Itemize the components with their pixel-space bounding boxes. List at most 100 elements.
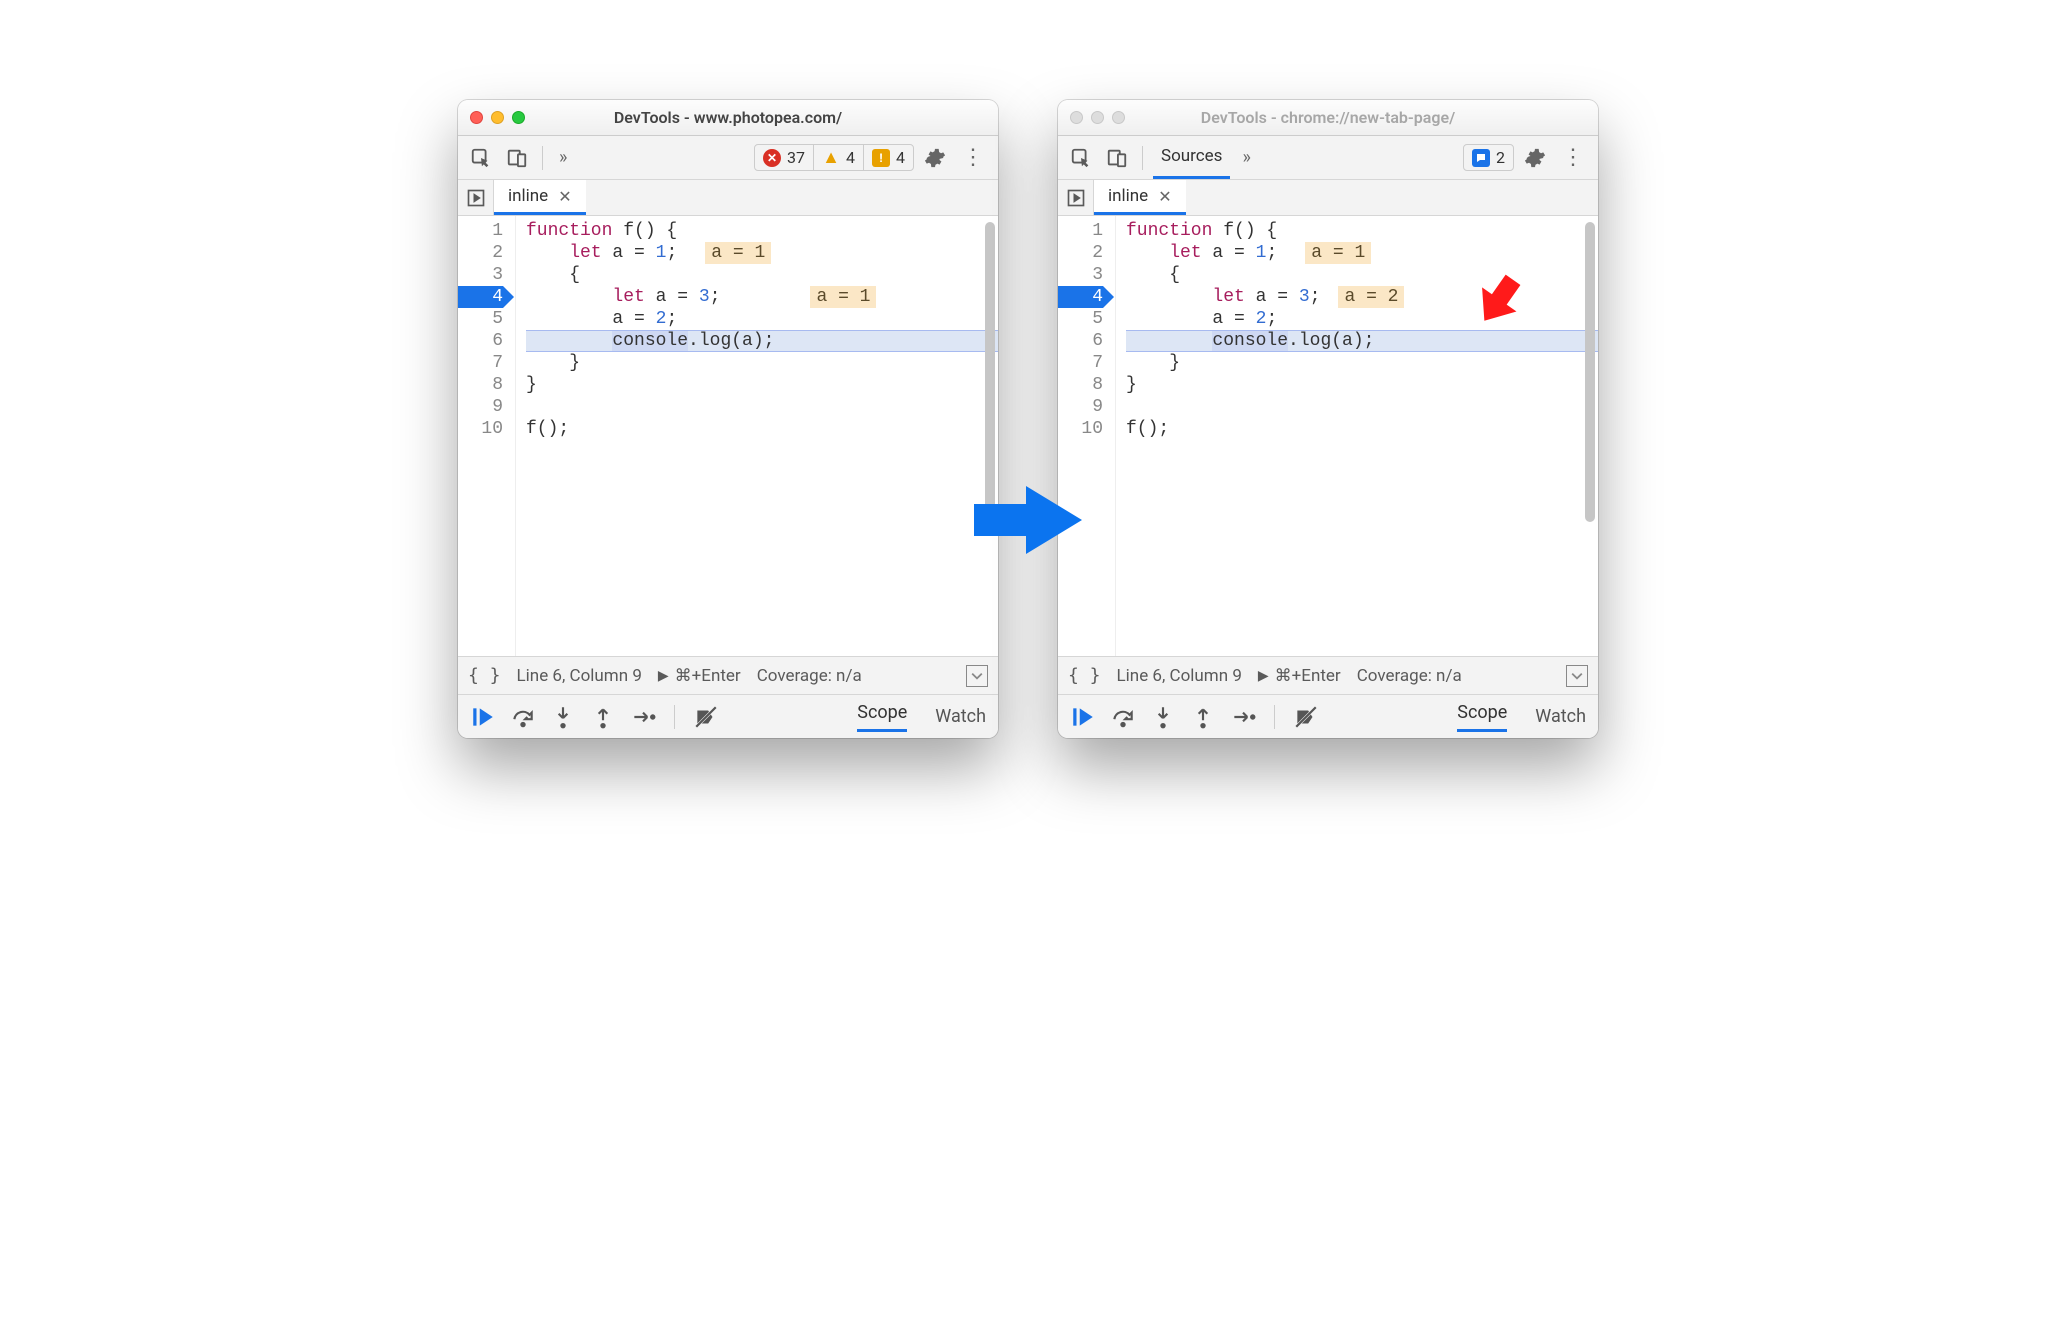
tab-scope[interactable]: Scope — [857, 702, 907, 732]
inline-value-hint: a = 1 — [1305, 242, 1371, 264]
selection: console — [612, 331, 688, 351]
device-toggle-icon[interactable] — [502, 143, 532, 173]
tab-sources[interactable]: Sources — [1153, 146, 1230, 179]
snippets-run-icon[interactable] — [1058, 180, 1094, 215]
code-line — [526, 396, 998, 418]
line-number[interactable]: 2 — [458, 242, 503, 264]
code-area[interactable]: function f() { let a = 1;a = 1 { let a =… — [1116, 216, 1598, 656]
line-number[interactable]: 5 — [1058, 308, 1103, 330]
close-window-icon[interactable] — [470, 111, 483, 124]
error-count-badge[interactable]: ✕ 37 — [755, 145, 813, 170]
line-number[interactable]: 3 — [458, 264, 503, 286]
line-number[interactable]: 9 — [1058, 396, 1103, 418]
zoom-window-icon[interactable] — [1112, 111, 1125, 124]
deactivate-breakpoints-icon[interactable] — [1293, 704, 1319, 730]
overflow-tabs-icon[interactable]: » — [553, 147, 573, 168]
pretty-print-icon[interactable]: { } — [468, 665, 501, 686]
code-line: { — [526, 264, 998, 286]
close-icon[interactable]: ✕ — [558, 187, 571, 206]
message-icon: ! — [872, 149, 890, 167]
minimize-window-icon[interactable] — [491, 111, 504, 124]
step-into-icon[interactable] — [1150, 704, 1176, 730]
toggle-drawer-icon[interactable] — [1566, 665, 1588, 687]
line-number[interactable]: 2 — [1058, 242, 1103, 264]
line-number[interactable]: 3 — [1058, 264, 1103, 286]
window-controls[interactable] — [470, 111, 525, 124]
separator — [1142, 146, 1143, 170]
tab-scope[interactable]: Scope — [1457, 702, 1507, 732]
tab-watch[interactable]: Watch — [1535, 706, 1586, 727]
separator — [542, 146, 543, 170]
debugger-panel-tabs: Scope Watch — [857, 695, 986, 738]
step-icon[interactable] — [630, 704, 656, 730]
warning-count: 4 — [846, 148, 855, 167]
deactivate-breakpoints-icon[interactable] — [693, 704, 719, 730]
message-count-badge[interactable]: 2 — [1464, 145, 1513, 170]
titlebar[interactable]: DevTools - www.photopea.com/ — [458, 100, 998, 136]
resume-icon[interactable] — [470, 704, 496, 730]
close-window-icon[interactable] — [1070, 111, 1083, 124]
step-over-icon[interactable] — [1110, 704, 1136, 730]
code-area[interactable]: function f() { let a = 1;a = 1 { let a =… — [516, 216, 998, 656]
step-out-icon[interactable] — [590, 704, 616, 730]
inspect-icon[interactable] — [466, 143, 496, 173]
execution-line-marker[interactable]: 4 — [1058, 286, 1103, 308]
overflow-tabs-icon[interactable]: » — [1236, 147, 1256, 168]
zoom-window-icon[interactable] — [512, 111, 525, 124]
line-number[interactable]: 6 — [458, 330, 503, 352]
execution-line-marker[interactable]: 4 — [458, 286, 503, 308]
file-tab-inline[interactable]: inline ✕ — [1094, 180, 1186, 215]
close-icon[interactable]: ✕ — [1158, 187, 1171, 206]
snippets-run-icon[interactable] — [458, 180, 494, 215]
line-gutter[interactable]: 1 2 3 4 5 6 7 8 9 10 — [1058, 216, 1116, 656]
step-out-icon[interactable] — [1190, 704, 1216, 730]
line-number[interactable]: 8 — [458, 374, 503, 396]
resume-icon[interactable] — [1070, 704, 1096, 730]
line-number[interactable]: 7 — [458, 352, 503, 374]
code-editor[interactable]: 1 2 3 4 5 6 7 8 9 10 function f() { let … — [1058, 216, 1598, 656]
line-number[interactable]: 6 — [1058, 330, 1103, 352]
kebab-menu-icon[interactable]: ⋮ — [956, 145, 990, 170]
scrollbar[interactable] — [985, 222, 995, 522]
console-issue-badges[interactable]: ✕ 37 ▲ 4 ! 4 — [754, 144, 914, 171]
line-number[interactable]: 10 — [458, 418, 503, 440]
line-number[interactable]: 5 — [458, 308, 503, 330]
code-line: } — [526, 352, 998, 374]
warning-count-badge[interactable]: ▲ 4 — [813, 145, 863, 170]
device-toggle-icon[interactable] — [1102, 143, 1132, 173]
kebab-menu-icon[interactable]: ⋮ — [1556, 145, 1590, 170]
tab-watch[interactable]: Watch — [935, 706, 986, 727]
settings-button[interactable] — [1520, 143, 1550, 173]
line-number[interactable]: 1 — [1058, 220, 1103, 242]
code-editor[interactable]: 1 2 3 4 5 6 7 8 9 10 function f() { let … — [458, 216, 998, 656]
window-controls[interactable] — [1070, 111, 1125, 124]
step-over-icon[interactable] — [510, 704, 536, 730]
devtools-window-right: DevTools - chrome://new-tab-page/ Source… — [1058, 100, 1598, 738]
step-icon[interactable] — [1230, 704, 1256, 730]
code-line: function f() { — [526, 220, 998, 242]
line-number[interactable]: 7 — [1058, 352, 1103, 374]
scrollbar[interactable] — [1585, 222, 1595, 522]
console-issue-badges[interactable]: 2 — [1463, 144, 1514, 171]
message-count-badge[interactable]: ! 4 — [863, 145, 913, 170]
debugger-panel-tabs: Scope Watch — [1457, 695, 1586, 738]
toggle-drawer-icon[interactable] — [966, 665, 988, 687]
run-snippet-button[interactable]: ▶⌘+Enter — [658, 666, 741, 686]
pretty-print-icon[interactable]: { } — [1068, 665, 1101, 686]
message-count: 4 — [896, 148, 905, 167]
main-toolbar: » ✕ 37 ▲ 4 ! 4 — [458, 136, 998, 180]
code-line: } — [526, 374, 998, 396]
file-tab-inline[interactable]: inline ✕ — [494, 180, 586, 215]
settings-button[interactable] — [920, 143, 950, 173]
line-gutter[interactable]: 1 2 3 4 5 6 7 8 9 10 — [458, 216, 516, 656]
inline-value-hint: a = 1 — [810, 286, 876, 308]
titlebar[interactable]: DevTools - chrome://new-tab-page/ — [1058, 100, 1598, 136]
minimize-window-icon[interactable] — [1091, 111, 1104, 124]
line-number[interactable]: 9 — [458, 396, 503, 418]
line-number[interactable]: 10 — [1058, 418, 1103, 440]
line-number[interactable]: 8 — [1058, 374, 1103, 396]
run-snippet-button[interactable]: ▶⌘+Enter — [1258, 666, 1341, 686]
inspect-icon[interactable] — [1066, 143, 1096, 173]
step-into-icon[interactable] — [550, 704, 576, 730]
line-number[interactable]: 1 — [458, 220, 503, 242]
